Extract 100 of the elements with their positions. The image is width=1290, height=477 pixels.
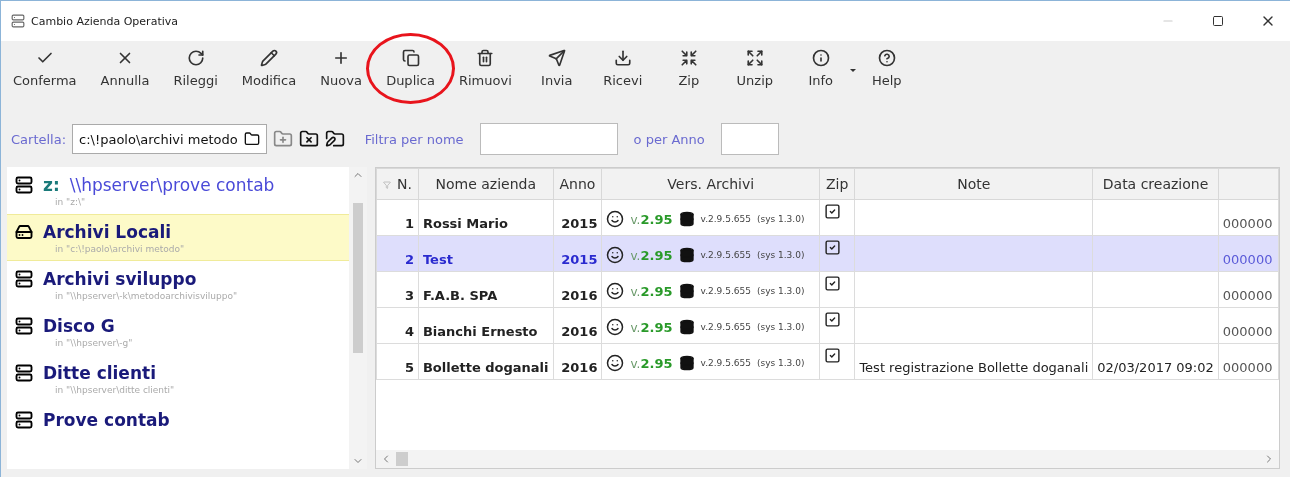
- toolbar-button[interactable]: Zip: [661, 45, 716, 92]
- db-version-text: v.2.9.5.655: [700, 214, 751, 224]
- table-cell: Rossi Mario: [418, 199, 554, 236]
- zip-checkbox[interactable]: [824, 239, 841, 256]
- maximize-icon: [1212, 15, 1224, 27]
- name-filter-field[interactable]: [479, 123, 618, 155]
- zip-checkbox[interactable]: [824, 311, 841, 328]
- table-row[interactable]: 5 Bollette doganali 2016 v.2.95 v.2.9.5.655 (sys 1.3.0) Test registrazione Bollette doganali 02/03/2017 09:02 000000: [376, 343, 1279, 380]
- zip-checkbox[interactable]: [824, 347, 841, 364]
- table-cell: 2016: [553, 307, 602, 344]
- toolbar-button[interactable]: Rimuovi: [452, 45, 518, 92]
- column-header[interactable]: Note: [854, 168, 1093, 200]
- toolbar-button[interactable]: Duplica: [380, 45, 441, 92]
- version-text: v.2.95: [630, 283, 673, 299]
- folder-icon[interactable]: [243, 131, 260, 147]
- year-filter-field[interactable]: [720, 123, 779, 155]
- table-cell: 000000: [1218, 343, 1279, 380]
- table-cell: 1: [376, 199, 419, 236]
- zip-checkbox[interactable]: [824, 203, 841, 220]
- toolbar-button[interactable]: Rileggi: [167, 45, 224, 92]
- toolbar-button[interactable]: Unzip: [727, 45, 782, 92]
- table-cell: 2: [376, 235, 419, 272]
- horizontal-scrollbar[interactable]: [376, 450, 1279, 468]
- db-version-text: v.2.9.5.655: [700, 250, 751, 260]
- archive-path: in "c:\!paolo\archivi metodo": [54, 244, 186, 254]
- server-icon: [15, 411, 33, 429]
- column-header[interactable]: Data creazione: [1092, 168, 1219, 200]
- table-row[interactable]: 1 Rossi Mario 2015 v.2.95 v.2.9.5.655 (sys 1.3.0) 000000: [376, 199, 1279, 236]
- download-icon: [613, 49, 632, 67]
- help-icon: [877, 49, 896, 67]
- archive-list-item[interactable]: Archivi Locali in "c:\!paolo\archivi metodo": [7, 214, 349, 261]
- table-cell: F.A.B. SPA: [418, 271, 554, 308]
- smiley-icon: [606, 318, 625, 336]
- table-cell: 4: [376, 307, 419, 344]
- database-icon: [678, 283, 695, 299]
- table-cell: 000000: [1218, 199, 1279, 236]
- table-cell: 000000: [1218, 235, 1279, 272]
- table-cell: Test: [418, 235, 554, 272]
- drive-letter: z:: [43, 175, 60, 195]
- window-title: Cambio Azienda Operativa: [31, 14, 179, 28]
- table-row[interactable]: 2 Test 2015 v.2.95 v.2.9.5.655 (sys 1.3.0) 000000: [376, 235, 1279, 272]
- sys-version-text: (sys 1.3.0): [756, 250, 805, 260]
- table-cell: 000000: [1218, 307, 1279, 344]
- database-icon: [678, 247, 695, 263]
- scroll-thumb[interactable]: [353, 203, 363, 353]
- toolbar-button[interactable]: Help: [859, 45, 914, 92]
- archive-name: Ditte clienti: [43, 363, 156, 383]
- archive-path: in "\\hpserver\-k\metodoarchivisviluppo": [54, 291, 239, 301]
- archive-path: in "\\hpserver\ditte clienti": [54, 385, 176, 395]
- folder-delete-icon[interactable]: [298, 129, 319, 149]
- folder-add-icon[interactable]: [272, 129, 293, 149]
- toolbar-button[interactable]: Info: [793, 45, 848, 92]
- toolbar-button[interactable]: Modifica: [235, 45, 303, 92]
- folder-edit-icon[interactable]: [324, 129, 345, 149]
- app-icon: [11, 14, 25, 28]
- pencil-icon: [259, 49, 278, 67]
- toolbar-button[interactable]: Nuova: [314, 45, 369, 92]
- copy-icon: [401, 49, 420, 67]
- table-cell: Bianchi Ernesto: [418, 307, 554, 344]
- dropdown-caret-icon[interactable]: [849, 69, 856, 72]
- table-cell: 2016: [553, 271, 602, 308]
- folder-path-field[interactable]: c:\!paolo\archivi metodo: [72, 124, 267, 154]
- sys-version-text: (sys 1.3.0): [756, 214, 805, 224]
- toolbar-button[interactable]: Invia: [529, 45, 584, 92]
- archive-name: Archivi sviluppo: [43, 269, 197, 289]
- column-header[interactable]: Nome azienda: [418, 168, 554, 200]
- smiley-icon: [606, 354, 625, 372]
- archive-name: \\hpserver\prove contab: [69, 175, 275, 195]
- column-header[interactable]: N.: [376, 168, 419, 200]
- reload-icon: [186, 49, 205, 67]
- scroll-thumb[interactable]: [396, 452, 408, 466]
- smiley-icon: [606, 210, 625, 228]
- database-icon: [678, 211, 695, 227]
- archive-path: in "z:\": [54, 197, 87, 207]
- column-header[interactable]: Anno: [553, 168, 602, 200]
- version-text: v.2.95: [630, 247, 673, 263]
- zip-checkbox[interactable]: [824, 275, 841, 292]
- database-icon: [678, 355, 695, 371]
- table-cell: Bollette doganali: [418, 343, 554, 380]
- archive-name: Archivi Locali: [43, 222, 172, 242]
- trash-icon: [476, 49, 495, 67]
- table-row[interactable]: 4 Bianchi Ernesto 2016 v.2.95 v.2.9.5.655 (sys 1.3.0) 000000: [376, 307, 1279, 344]
- table-cell: 02/03/2017 09:02: [1092, 343, 1219, 380]
- server-icon: [15, 176, 33, 194]
- column-header[interactable]: Zip: [819, 168, 855, 200]
- archive-path: in "\\hpserver\-g": [54, 338, 134, 348]
- column-header[interactable]: [1218, 168, 1279, 200]
- info-icon: [811, 49, 830, 67]
- toolbar-button[interactable]: Annulla: [94, 45, 156, 92]
- folder-label: Cartella:: [11, 131, 67, 147]
- server-icon: [15, 270, 33, 288]
- filter-icon[interactable]: [383, 181, 391, 189]
- toolbar-button[interactable]: Conferma: [7, 45, 83, 92]
- toolbar-button[interactable]: Ricevi: [595, 45, 650, 92]
- db-version-text: v.2.9.5.655: [700, 322, 751, 332]
- sys-version-text: (sys 1.3.0): [756, 358, 805, 368]
- version-text: v.2.95: [630, 319, 673, 335]
- table-row[interactable]: 3 F.A.B. SPA 2016 v.2.95 v.2.9.5.655 (sys 1.3.0) 000000: [376, 271, 1279, 308]
- column-header[interactable]: Vers. Archivi: [601, 168, 820, 200]
- table-cell: 5: [376, 343, 419, 380]
